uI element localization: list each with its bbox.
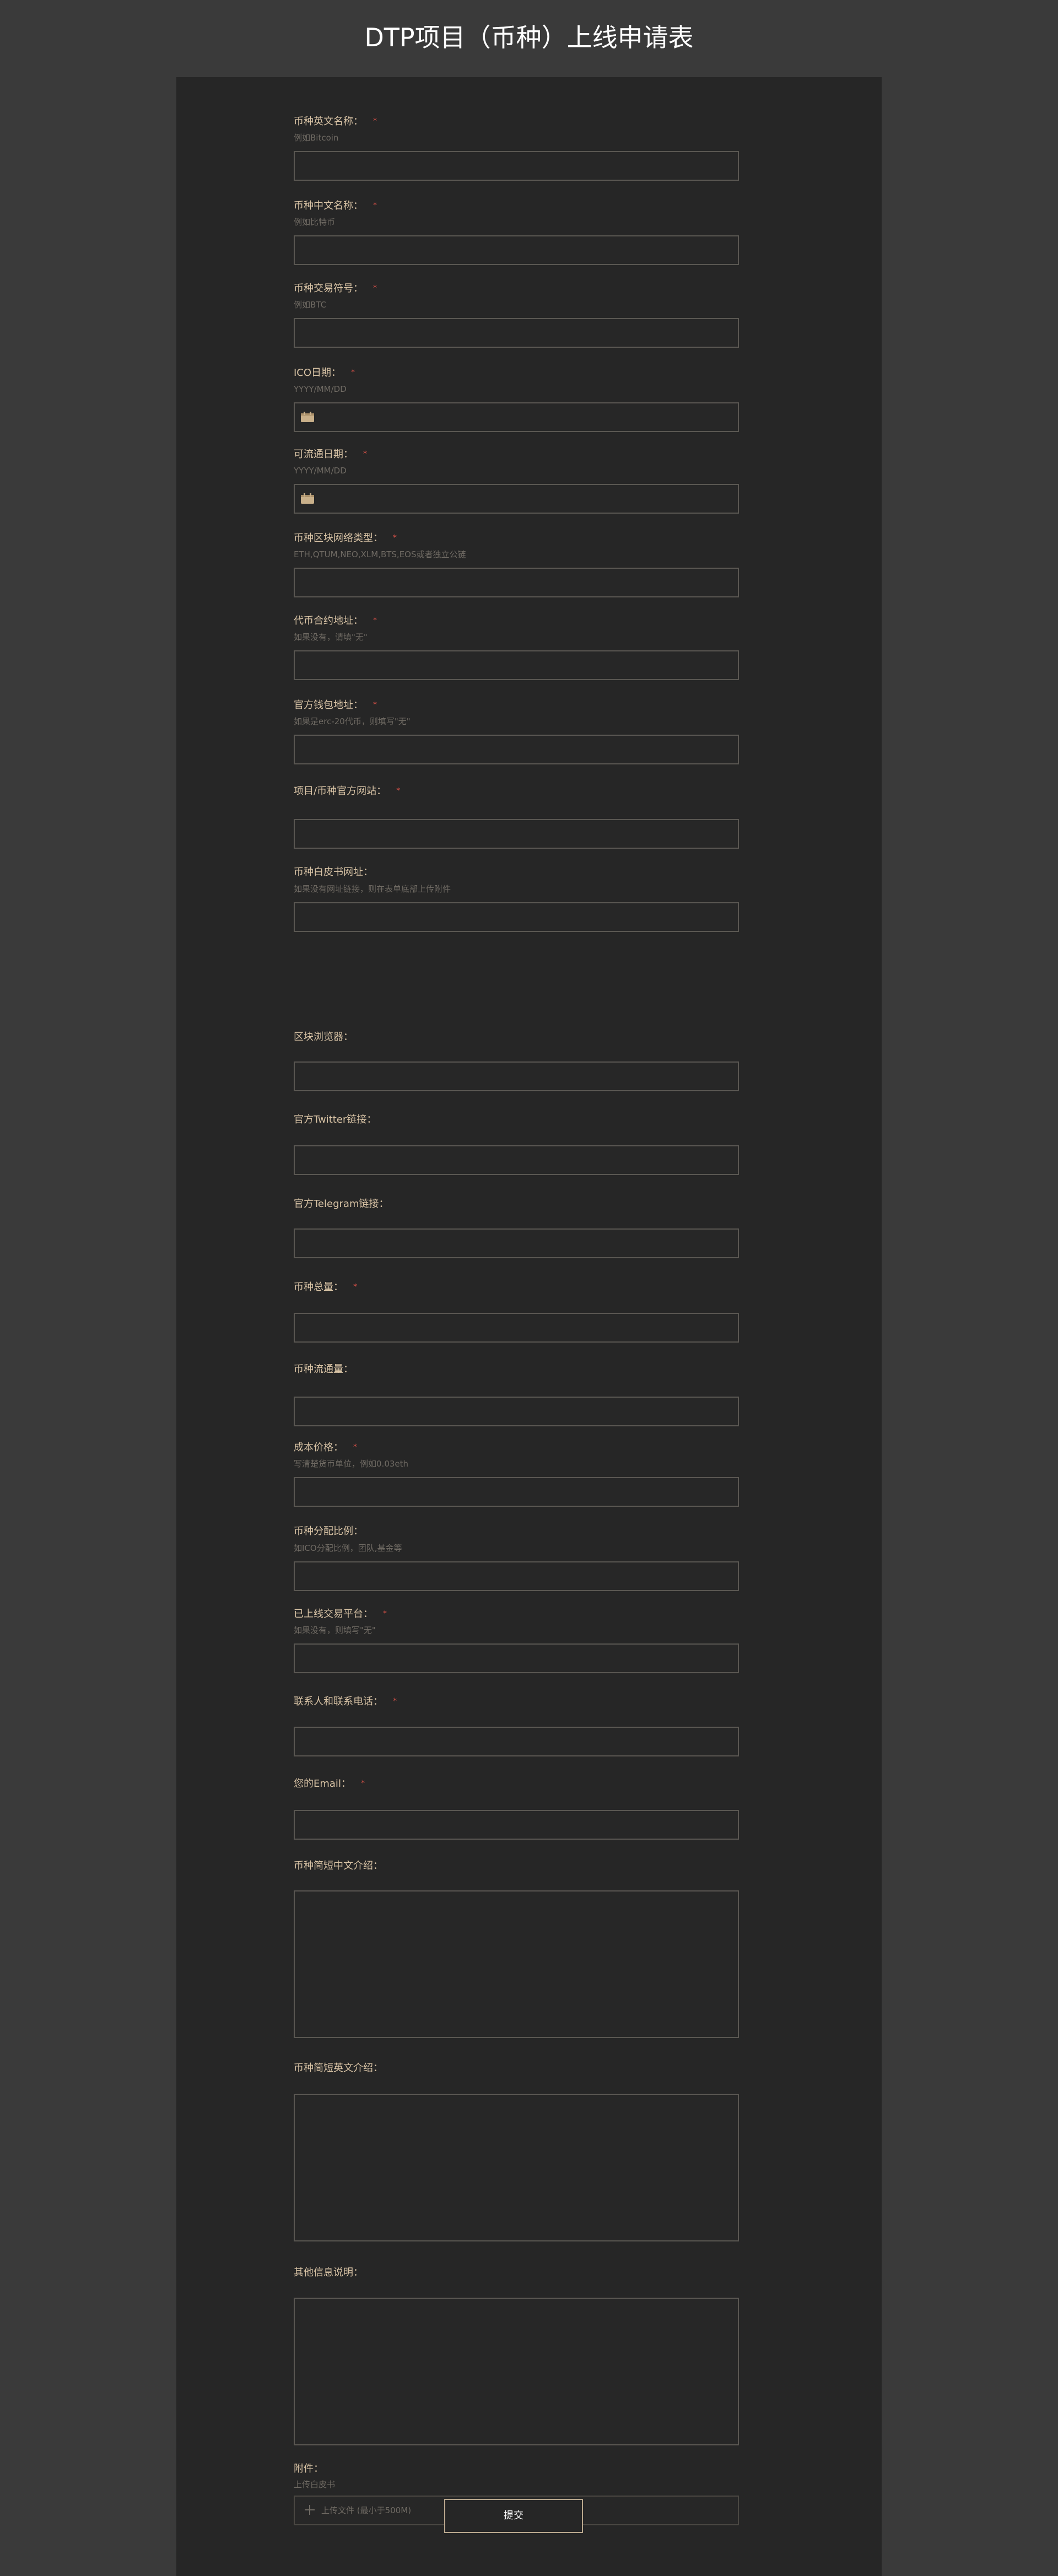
calendar-icon — [301, 493, 314, 504]
chain-type-input[interactable] — [294, 568, 739, 597]
whitepaper-url-input[interactable] — [294, 902, 739, 932]
other-info-textarea[interactable] — [294, 2298, 739, 2445]
required-marker: * — [393, 1697, 397, 1706]
twitter-label: 官方Twitter链接： — [294, 1114, 377, 1125]
ico-date-input[interactable] — [294, 402, 739, 432]
exchanges-label: 已上线交易平台： * — [294, 1608, 387, 1620]
required-marker: * — [383, 1609, 387, 1618]
required-marker: * — [373, 201, 377, 210]
form-panel: 币种英文名称： * 例如Bitcoin 币种中文名称： * 例如比特币 币种交易符号… — [176, 77, 882, 2576]
upload-label: 上传文件 (最小于500M) — [321, 2505, 412, 2515]
required-marker: * — [373, 616, 377, 625]
required-marker: * — [373, 117, 377, 126]
explorer-label: 区块浏览器： — [294, 1031, 353, 1043]
distribution-label: 币种分配比例： — [294, 1526, 363, 1537]
total-supply-input[interactable] — [294, 1313, 739, 1343]
name-en-label: 币种英文名称： * — [294, 116, 377, 127]
name-cn-hint: 例如比特币 — [294, 217, 336, 227]
contract-address-label: 代币合约地址： * — [294, 615, 377, 627]
circulation-date-input[interactable] — [294, 484, 739, 514]
contract-address-input[interactable] — [294, 650, 739, 680]
cost-price-input[interactable] — [294, 1477, 739, 1507]
distribution-hint: 如ICO分配比例，团队,基金等 — [294, 1543, 402, 1553]
required-marker: * — [353, 1282, 357, 1291]
intro-en-textarea[interactable] — [294, 2094, 739, 2241]
contract-address-hint: 如果没有，请填"无" — [294, 632, 368, 642]
wallet-address-input[interactable] — [294, 735, 739, 764]
intro-cn-label: 币种简短中文介绍： — [294, 1860, 383, 1872]
distribution-input[interactable] — [294, 1561, 739, 1591]
page-title: DTP项目（币种）上线申请表 — [364, 23, 694, 52]
name-en-input[interactable] — [294, 151, 739, 181]
symbol-label: 币种交易符号： * — [294, 283, 377, 294]
contact-input[interactable] — [294, 1727, 739, 1756]
chain-type-hint: ETH,QTUM,NEO,XLM,BTS,EOS或者独立公链 — [294, 549, 466, 559]
name-en-hint: 例如Bitcoin — [294, 133, 339, 143]
calendar-icon — [301, 412, 314, 422]
plus-icon — [305, 2505, 315, 2515]
twitter-input[interactable] — [294, 1145, 739, 1175]
website-label: 项目/币种官方网站： * — [294, 785, 401, 797]
required-marker: * — [396, 786, 401, 795]
required-marker: * — [373, 284, 377, 293]
chain-type-label: 币种区块网络类型： * — [294, 532, 397, 544]
other-info-label: 其他信息说明： — [294, 2267, 363, 2278]
symbol-hint: 例如BTC — [294, 300, 327, 310]
telegram-label: 官方Telegram链接： — [294, 1198, 389, 1210]
cost-price-label: 成本价格： * — [294, 1442, 357, 1453]
website-input[interactable] — [294, 819, 739, 849]
email-input[interactable] — [294, 1810, 739, 1840]
telegram-input[interactable] — [294, 1228, 739, 1258]
circulation-date-hint: YYYY/MM/DD — [294, 466, 347, 476]
exchanges-input[interactable] — [294, 1643, 739, 1673]
required-marker: * — [393, 533, 397, 542]
intro-cn-textarea[interactable] — [294, 1890, 739, 2038]
symbol-input[interactable] — [294, 318, 739, 348]
total-supply-label: 币种总量： * — [294, 1281, 357, 1293]
whitepaper-url-label: 币种白皮书网址： — [294, 866, 373, 878]
circulating-supply-input[interactable] — [294, 1397, 739, 1426]
email-label: 您的Email： * — [294, 1778, 365, 1790]
attachment-label: 附件： — [294, 2463, 323, 2475]
wallet-address-hint: 如果是erc-20代币，则填写"无" — [294, 716, 411, 726]
whitepaper-url-hint: 如果没有网址链接，则在表单底部上传附件 — [294, 884, 451, 894]
name-cn-label: 币种中文名称： * — [294, 200, 377, 212]
circulating-supply-label: 币种流通量： — [294, 1364, 353, 1375]
wallet-address-label: 官方钱包地址： * — [294, 699, 377, 711]
ico-date-hint: YYYY/MM/DD — [294, 384, 347, 394]
circulation-date-label: 可流通日期： * — [294, 449, 367, 460]
name-cn-input[interactable] — [294, 235, 739, 265]
required-marker: * — [353, 1443, 357, 1452]
submit-button[interactable]: 提交 — [444, 2499, 583, 2533]
cost-price-hint: 写清楚货币单位，例如0.03eth — [294, 1459, 409, 1469]
required-marker: * — [373, 700, 377, 709]
intro-en-label: 币种简短英文介绍： — [294, 2062, 383, 2074]
explorer-input[interactable] — [294, 1061, 739, 1091]
required-marker: * — [351, 368, 355, 377]
required-marker: * — [363, 450, 367, 459]
contact-label: 联系人和联系电话： * — [294, 1696, 397, 1707]
attachment-hint: 上传白皮书 — [294, 2480, 336, 2489]
exchanges-hint: 如果没有，则填写"无" — [294, 1625, 376, 1635]
ico-date-label: ICO日期： * — [294, 367, 355, 379]
required-marker: * — [360, 1779, 365, 1788]
